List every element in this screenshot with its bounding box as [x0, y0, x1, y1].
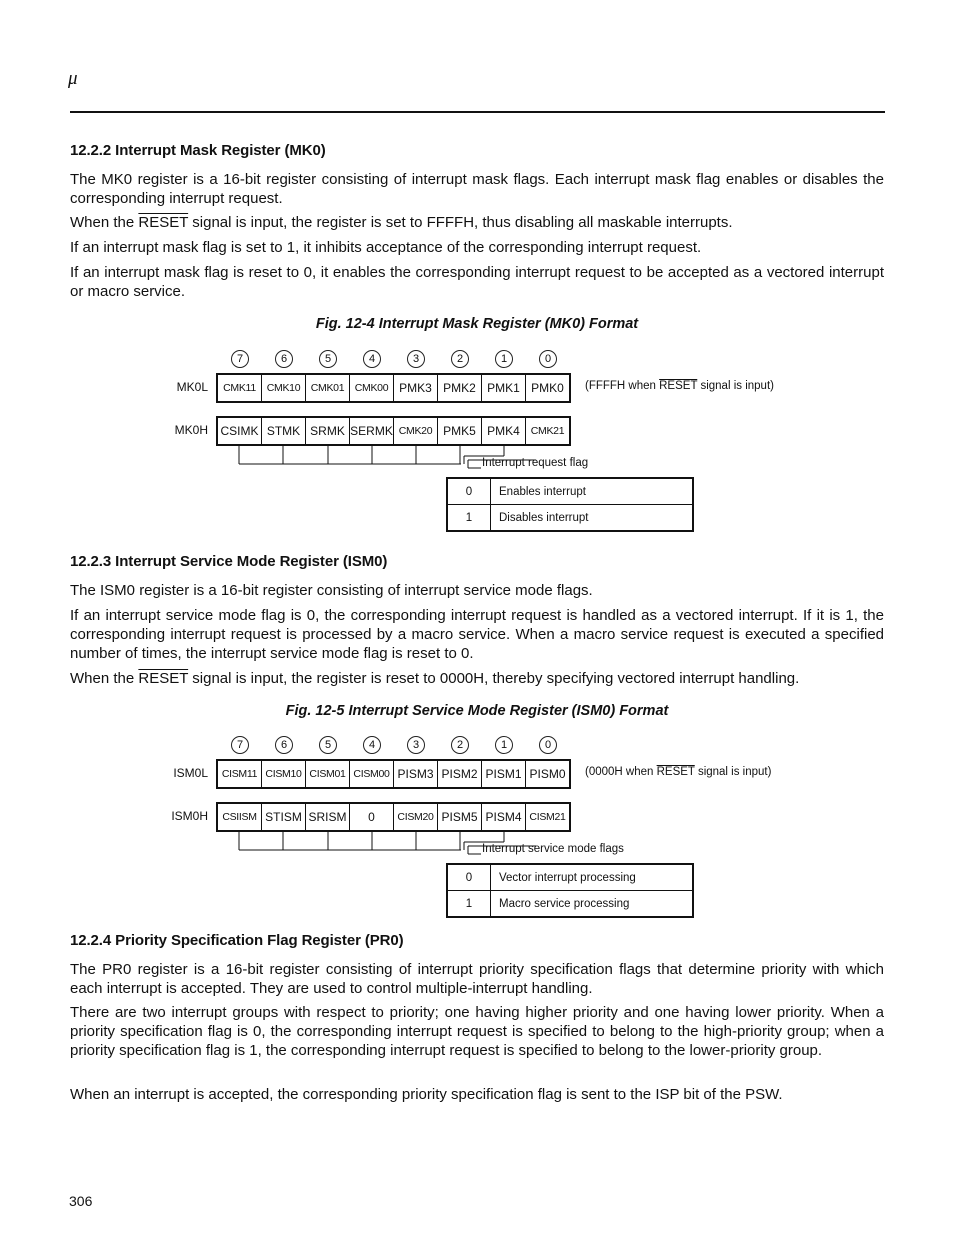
flag-label: Interrupt service mode flags — [482, 843, 624, 855]
reset-note: (FFFFH when RESET signal is input) — [585, 380, 774, 392]
register-bit-cell: CMK00 — [350, 375, 394, 401]
bit-number: 2 — [451, 350, 469, 368]
reset-signal: RESET — [659, 380, 698, 392]
register-low: CISM11 CISM10 CISM01 CISM00 PISM3 PISM2 PISM1 P… — [216, 759, 571, 789]
table-row: 0 Vector interrupt processing — [446, 863, 694, 891]
bit-number: 3 — [407, 350, 425, 368]
bit-number: 0 — [539, 736, 557, 754]
register-name-high: MK0H — [174, 423, 208, 437]
table-row: 1 Disables interrupt — [446, 504, 694, 532]
flag-description: Macro service processing — [490, 890, 694, 918]
register-bit-cell: 0 — [350, 804, 394, 830]
register-bit-cell: PMK5 — [438, 418, 482, 444]
header-rule — [70, 111, 885, 113]
reset-signal: RESET — [138, 214, 189, 231]
register-name-high: ISM0H — [171, 809, 208, 823]
register-bit-cell: PISM5 — [438, 804, 482, 830]
register-bit-cell: CISM20 — [394, 804, 438, 830]
register-bit-cell: CMK10 — [262, 375, 306, 401]
section-heading-pr0: 12.2.4 Priority Specification Flag Regis… — [70, 932, 404, 949]
section-heading-ism0: 12.2.3 Interrupt Service Mode Register (… — [70, 553, 388, 570]
register-bit-cell: PMK1 — [482, 375, 526, 401]
flag-value: 0 — [446, 863, 491, 891]
register-high: CSIMK STMK SRMK SERMK CMK20 PMK5 PMK4 CMK21 — [216, 416, 571, 446]
register-bit-cell: CSIISM — [218, 804, 262, 830]
reset-signal: RESET — [138, 670, 189, 687]
bit-number: 5 — [319, 350, 337, 368]
flag-values-table: 0 Vector interrupt processing 1 Macro servi… — [446, 863, 694, 918]
register-bit-cell: SERMK — [350, 418, 394, 444]
register-bit-cell: CMK20 — [394, 418, 438, 444]
figure-caption: Fig. 12-5 Interrupt Service Mode Registe… — [285, 703, 669, 719]
paragraph: If an interrupt service mode flag is 0, … — [70, 607, 884, 662]
paragraph: The PR0 register is a 16-bit register co… — [70, 961, 884, 997]
bit-number: 1 — [495, 350, 513, 368]
flag-label: Interrupt request flag — [482, 457, 589, 469]
figure-caption: Fig. 12-4 Interrupt Mask Register (MK0) … — [315, 316, 639, 332]
flag-description: Vector interrupt processing — [490, 863, 694, 891]
bit-number: 3 — [407, 736, 425, 754]
flag-value: 1 — [446, 890, 491, 918]
register-bit-cell: CISM00 — [350, 761, 394, 787]
register-bit-cell: PISM3 — [394, 761, 438, 787]
register-bit-cell: PISM2 — [438, 761, 482, 787]
bit-number: 4 — [363, 350, 381, 368]
register-bit-cell: PMK0 — [531, 381, 564, 395]
table-row: 1 Macro service processing — [446, 890, 694, 918]
section-heading-mk0: 12.2.2 Interrupt Mask Register (MK0) — [70, 142, 326, 159]
register-name-low: ISM0L — [173, 766, 208, 780]
reset-note: (0000H when RESET signal is input) — [585, 766, 772, 778]
bit-number: 4 — [363, 736, 381, 754]
register-bit-cell: PISM0 — [529, 767, 566, 781]
register-bit-cell: CISM10 — [262, 761, 306, 787]
page-number: 306 — [69, 1193, 93, 1209]
paragraph: When the RESET signal is input, the regi… — [70, 670, 800, 687]
table-row: 0 Enables interrupt — [446, 477, 694, 505]
register-bit-cell: CMK01 — [306, 375, 350, 401]
paragraph: The MK0 register is a 16-bit register co… — [70, 171, 884, 207]
register-bit-cell: PMK4 — [482, 418, 526, 444]
paragraph: If an interrupt mask flag is reset to 0,… — [70, 264, 884, 300]
register-bit-cell: CISM11 — [218, 761, 262, 787]
register-bit-cell: SRISM — [306, 804, 350, 830]
register-bit-cell: PMK3 — [394, 375, 438, 401]
register-bit-cell: CMK11 — [218, 375, 262, 401]
paragraph: There are two interrupt groups with resp… — [70, 1004, 884, 1059]
bit-number: 5 — [319, 736, 337, 754]
register-high: CSIISM STISM SRISM 0 CISM20 PISM5 PISM4 CISM21 — [216, 802, 571, 832]
flag-description: Disables interrupt — [490, 504, 694, 532]
bit-number: 7 — [231, 736, 249, 754]
paragraph: If an interrupt mask flag is set to 1, i… — [70, 239, 702, 256]
register-bit-cell: CSIMK — [218, 418, 262, 444]
flag-value: 0 — [446, 477, 491, 505]
bit-number: 6 — [275, 736, 293, 754]
flag-value: 1 — [446, 504, 491, 532]
paragraph: When an interrupt is accepted, the corre… — [70, 1086, 783, 1103]
register-bit-cell: PISM4 — [482, 804, 526, 830]
register-bit-cell: PMK2 — [438, 375, 482, 401]
paragraph: When the RESET signal is input, the regi… — [70, 214, 733, 231]
bit-number: 6 — [275, 350, 293, 368]
register-bit-cell: STISM — [262, 804, 306, 830]
paragraph: The ISM0 register is a 16-bit register c… — [70, 582, 593, 599]
register-low: CMK11 CMK10 CMK01 CMK00 PMK3 PMK2 PMK1 PMK0 — [216, 373, 571, 403]
reset-signal: RESET — [656, 766, 695, 778]
bit-number: 0 — [539, 350, 557, 368]
flag-values-table: 0 Enables interrupt 1 Disables interrupt — [446, 477, 694, 532]
register-bit-cell: CISM01 — [306, 761, 350, 787]
register-bit-cell: CMK21 — [530, 425, 565, 437]
register-name-low: MK0L — [176, 380, 208, 394]
register-bit-cell: STMK — [262, 418, 306, 444]
bit-number: 2 — [451, 736, 469, 754]
register-bit-cell: SRMK — [306, 418, 350, 444]
mu-symbol: μ — [68, 68, 78, 89]
bit-number: 1 — [495, 736, 513, 754]
register-bit-cell: CISM21 — [529, 811, 566, 823]
bit-number: 7 — [231, 350, 249, 368]
flag-description: Enables interrupt — [490, 477, 694, 505]
register-bit-cell: PISM1 — [482, 761, 526, 787]
